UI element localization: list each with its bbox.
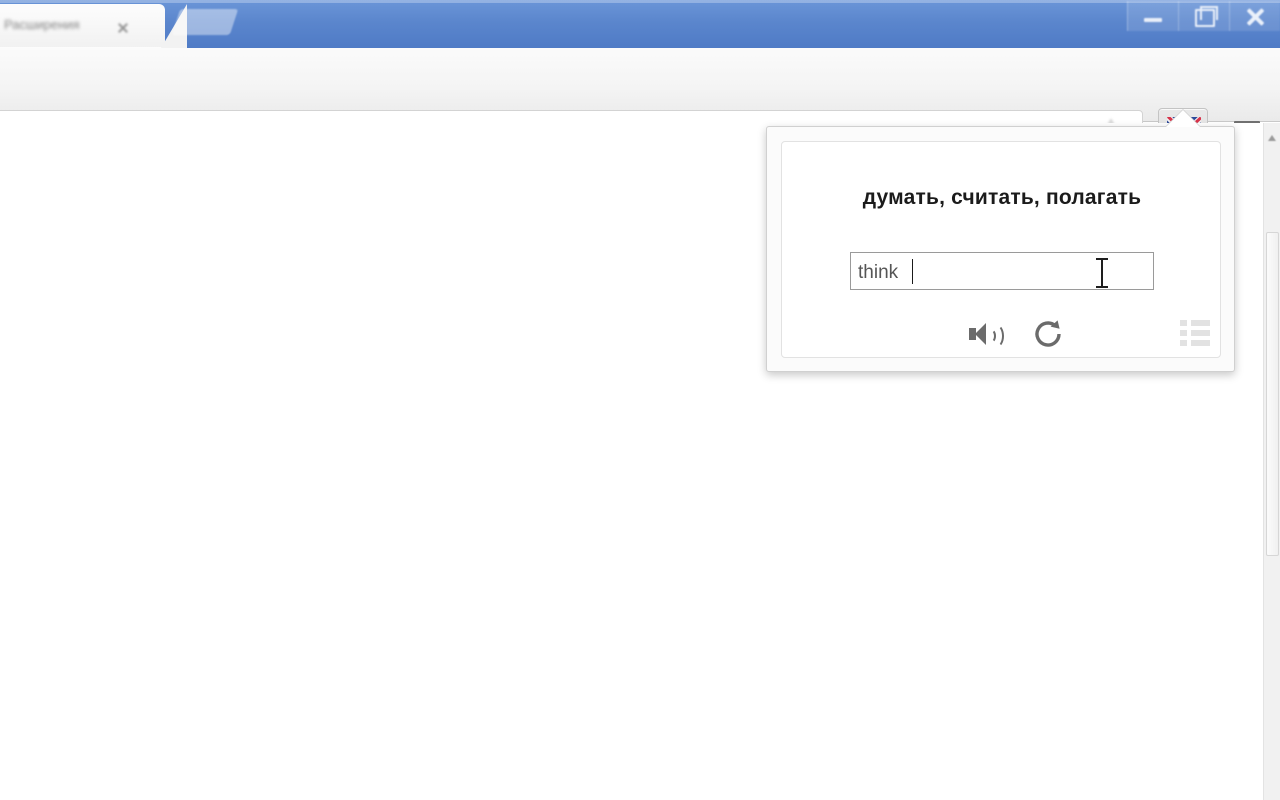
text-caret [912, 259, 913, 284]
browser-toolbar [0, 48, 1280, 158]
title-bar: Расширения [0, 0, 1280, 48]
translate-input[interactable]: think [850, 252, 1154, 290]
close-button[interactable] [1229, 1, 1280, 31]
popup-action-bar [782, 314, 1222, 354]
refresh-icon[interactable] [1030, 316, 1066, 352]
tab-title: Расширения [4, 17, 80, 32]
scrollbar-thumb[interactable] [1266, 232, 1279, 556]
window-controls [1127, 0, 1280, 34]
restore-button[interactable] [1178, 1, 1229, 31]
tab-close-icon[interactable] [116, 21, 130, 35]
title-bar-sheen [0, 0, 1280, 3]
mouse-ibeam-cursor [1096, 258, 1108, 288]
scroll-up-arrow-icon[interactable] [1268, 135, 1276, 141]
browser-tab[interactable]: Расширения [0, 4, 187, 48]
popup-card: думать, считать, полагать think [781, 141, 1221, 358]
minimize-button[interactable] [1127, 1, 1178, 31]
speaker-icon[interactable] [967, 318, 1005, 350]
popup-pointer-arrow [1166, 110, 1200, 127]
browser-window: Расширения думать, считать, полагать thi… [0, 0, 1280, 800]
translation-result: думать, считать, полагать [862, 186, 1142, 209]
extension-popup: думать, считать, полагать think [766, 126, 1235, 372]
translate-input-value: think [858, 262, 899, 283]
list-icon[interactable] [1180, 320, 1210, 346]
restore-icon [1195, 6, 1218, 27]
new-tab-button[interactable] [171, 9, 239, 35]
minimize-icon [1144, 18, 1162, 22]
vertical-scrollbar[interactable] [1263, 123, 1280, 800]
close-icon [1246, 8, 1264, 26]
